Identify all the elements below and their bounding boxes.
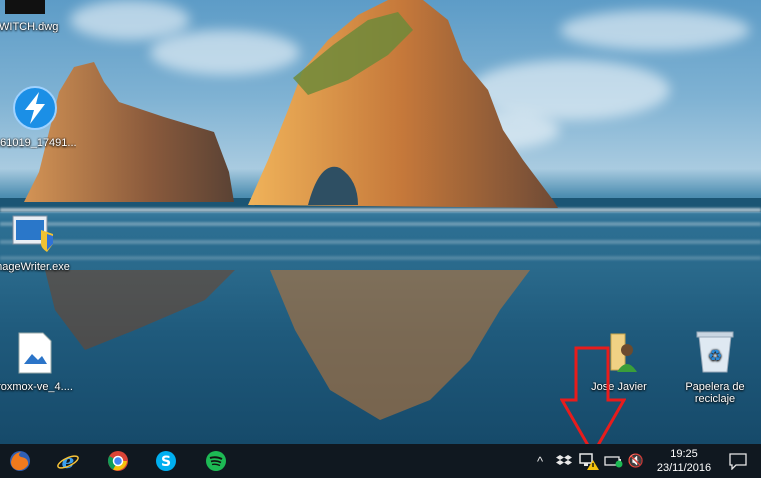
arch-rock (248, 0, 558, 208)
wave (0, 240, 761, 244)
volume-muted-icon[interactable]: 🔇 (627, 452, 645, 470)
rock-reflection (270, 270, 530, 420)
desktop-icon-label: Papelera de (685, 381, 745, 393)
dwg-file-icon (5, 0, 45, 14)
taskbar-firefox[interactable] (0, 444, 44, 478)
recycle-bin-icon: ♻ (696, 331, 734, 373)
desktop-icon-proxmox[interactable]: roxmox-ve_4.... (0, 332, 76, 393)
network-warning-icon[interactable] (579, 452, 599, 470)
red-annotation-arrow (560, 346, 626, 458)
chrome-icon (108, 451, 128, 471)
svg-text:S: S (161, 454, 171, 470)
show-hidden-icons-chevron[interactable]: ^ (532, 452, 548, 470)
desktop-icon-imagewriter[interactable]: nageWriter.exe (0, 214, 74, 273)
svg-text:♻: ♻ (708, 346, 722, 365)
desktop-icon-label: SWITCH.dwg (0, 21, 59, 33)
clock-time: 19:25 (670, 448, 698, 460)
spotify-icon (206, 451, 226, 471)
clock-date: 23/11/2016 (656, 462, 712, 474)
wave (0, 222, 761, 226)
skype-icon: S (156, 451, 176, 471)
taskbar-skype[interactable]: S (142, 444, 190, 478)
firefox-icon (10, 451, 30, 471)
battery-icon[interactable] (604, 452, 624, 470)
desktop-icon-label: roxmox-ve_4.... (0, 381, 73, 393)
desktop-icon-label: reciclaje (694, 393, 736, 405)
wave (0, 256, 761, 260)
taskbar-internet-explorer[interactable]: e (44, 444, 92, 478)
desktop-icon-label: nageWriter.exe (0, 261, 70, 273)
installer-shield-icon (12, 215, 53, 252)
action-center-icon[interactable] (728, 453, 748, 470)
cloud (70, 0, 190, 40)
wave (0, 208, 761, 212)
desktop-icon-label: 161019_17491... (0, 137, 76, 149)
desktop-icon-video-file[interactable]: 161019_17491... (0, 86, 76, 149)
lightning-app-icon (13, 86, 57, 130)
clock[interactable]: 19:25 23/11/2016 (648, 447, 720, 475)
taskbar: e S ^ 🔇 19:25 23/11/2016 (0, 444, 761, 478)
svg-text:e: e (62, 450, 75, 472)
taskbar-spotify[interactable] (192, 444, 240, 478)
desktop-icon-switch-dwg[interactable]: SWITCH.dwg (0, 0, 66, 33)
cloud (560, 10, 750, 50)
image-file-icon (18, 332, 52, 374)
dropbox-icon[interactable] (555, 452, 573, 470)
desktop-icon-recycle-bin[interactable]: ♻ Papelera de reciclaje (674, 330, 756, 405)
internet-explorer-icon: e (57, 450, 79, 472)
desktop-wallpaper: SWITCH.dwg 161019_17491... nageWriter.ex… (0, 0, 761, 444)
taskbar-chrome[interactable] (94, 444, 142, 478)
